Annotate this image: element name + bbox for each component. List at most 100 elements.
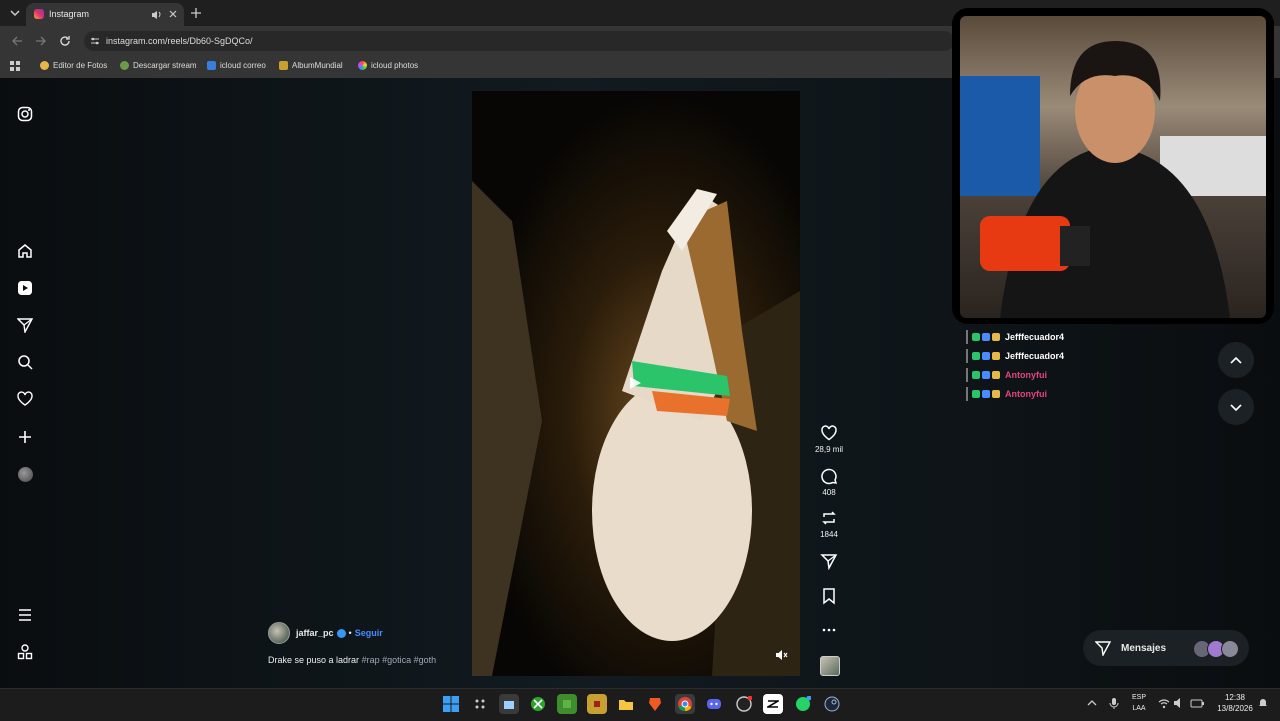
minecraft-icon[interactable] [557, 694, 577, 714]
bookmark-label: Descargar stream [133, 61, 197, 70]
bookmark-favicon-icon [358, 61, 367, 70]
also-from-meta-icon[interactable] [14, 641, 36, 663]
bookmark-albummundial[interactable]: AlbumMundial [279, 61, 343, 70]
bookmark-icon[interactable] [820, 587, 838, 605]
tab-search-icon[interactable] [8, 6, 22, 20]
bookmark-descargar-stream[interactable]: Descargar stream [120, 61, 197, 70]
previous-reel-button[interactable] [1218, 342, 1254, 378]
bookmark-icloud-correo[interactable]: icloud correo [207, 61, 266, 70]
wifi-icon[interactable] [1158, 697, 1170, 709]
store-icon[interactable] [499, 694, 519, 714]
bookmark-icloud-photos[interactable]: icloud photos [358, 61, 418, 70]
tab-title: Instagram [49, 9, 90, 19]
forward-icon[interactable] [34, 34, 48, 48]
like-heart-icon[interactable] [820, 424, 838, 442]
audio-thumbnail[interactable] [820, 656, 840, 676]
chevron-up-icon [1230, 356, 1242, 364]
chat-username: Antonyfui [1005, 370, 1047, 380]
chrome-icon[interactable] [675, 694, 695, 714]
chat-username: Antonyfui [1005, 389, 1047, 399]
instagram-logo-icon[interactable] [14, 103, 36, 125]
search-icon[interactable] [14, 351, 36, 373]
brave-browser-icon[interactable] [645, 694, 665, 714]
repost-icon[interactable] [820, 509, 838, 527]
apps-grid-icon[interactable] [10, 61, 20, 71]
next-reel-button[interactable] [1218, 389, 1254, 425]
system-tray-chevron-icon[interactable] [1086, 697, 1098, 709]
messages-send-icon [1095, 640, 1111, 656]
notification-bell-icon[interactable] [1257, 697, 1269, 709]
battery-icon[interactable] [1190, 697, 1204, 709]
chat-username: Jefffecuador4 [1005, 351, 1065, 361]
save-action[interactable] [812, 587, 846, 608]
webcam-feed [960, 16, 1266, 318]
chat-badge-icon [992, 371, 1000, 379]
comment-action[interactable]: 408 [812, 467, 846, 497]
site-info-icon[interactable] [90, 36, 100, 46]
tab-instagram[interactable]: Instagram [26, 3, 184, 26]
windows-start-icon[interactable] [441, 694, 461, 714]
reels-icon[interactable] [14, 277, 36, 299]
volume-icon[interactable] [1173, 697, 1185, 709]
play-icon[interactable] [628, 376, 642, 390]
tab-audio-icon[interactable] [150, 8, 162, 20]
profile-avatar[interactable] [14, 463, 36, 485]
messages-button[interactable]: Mensajes [1083, 630, 1249, 666]
reel-video[interactable] [472, 91, 800, 676]
instagram-favicon-icon [34, 9, 44, 19]
follow-button[interactable]: Seguir [355, 628, 383, 638]
chat-message: Jefffecuador4 [966, 349, 1064, 363]
whatsapp-icon[interactable] [793, 694, 813, 714]
file-explorer-icon[interactable] [616, 694, 636, 714]
microphone-icon[interactable] [1108, 697, 1120, 709]
bookmark-favicon-icon [279, 61, 288, 70]
menu-icon[interactable] [14, 604, 36, 626]
clock-date: 13/8/2026 [1217, 704, 1253, 713]
comment-bubble-icon[interactable] [820, 467, 838, 485]
back-icon[interactable] [10, 34, 24, 48]
chat-badge-icon [982, 333, 990, 341]
chevron-down-icon [1230, 404, 1242, 412]
repost-action[interactable]: 1844 [812, 509, 846, 539]
bookmark-favicon-icon [40, 61, 49, 70]
more-options[interactable] [812, 621, 846, 642]
bookmark-label: icloud photos [371, 61, 419, 70]
game-app-icon[interactable] [587, 694, 607, 714]
creator-avatar[interactable] [268, 622, 290, 644]
obs-icon[interactable] [734, 694, 754, 714]
discord-icon[interactable] [704, 694, 724, 714]
like-count: 28,9 mil [814, 445, 843, 454]
share-action[interactable] [812, 552, 846, 573]
xbox-icon[interactable] [528, 694, 548, 714]
new-tab-icon[interactable] [189, 6, 203, 20]
creator-username[interactable]: jaffar_pc [296, 628, 334, 638]
chat-badge-icon [972, 390, 980, 398]
address-field[interactable]: instagram.com/reels/Db60-SgDQCo/ [84, 31, 954, 51]
mute-icon[interactable] [774, 648, 788, 662]
chat-badge-icon [972, 352, 980, 360]
heart-icon[interactable] [14, 388, 36, 410]
input-language[interactable]: ESP LAA [1126, 692, 1152, 714]
caption-hashtags[interactable]: #rap #gotica #goth [362, 655, 437, 665]
task-view-icon[interactable] [470, 694, 490, 714]
chat-badge-icon [972, 333, 980, 341]
bookmark-favicon-icon [120, 61, 129, 70]
follow-separator: • [348, 628, 352, 638]
reload-icon[interactable] [58, 34, 72, 48]
like-action[interactable]: 28,9 mil [812, 424, 846, 454]
steam-icon[interactable] [822, 694, 842, 714]
home-icon[interactable] [14, 240, 36, 262]
tab-close-icon[interactable] [167, 8, 179, 20]
bookmark-editor-fotos[interactable]: Editor de Fotos [40, 61, 107, 70]
more-dots-icon[interactable] [820, 621, 838, 639]
create-plus-icon[interactable] [14, 426, 36, 448]
direct-send-icon[interactable] [14, 314, 36, 336]
share-send-icon[interactable] [820, 552, 838, 570]
system-clock[interactable]: 12:38 13/8/2026 [1210, 692, 1260, 714]
messages-label: Mensajes [1121, 642, 1167, 654]
chat-username: Jefffecuador4 [1005, 332, 1065, 342]
capcut-icon[interactable] [763, 694, 783, 714]
chat-message: Antonyfui [966, 387, 1047, 401]
caption-text: Drake se puso a ladrar [268, 655, 360, 665]
creator-row: jaffar_pc • Seguir [268, 622, 383, 644]
